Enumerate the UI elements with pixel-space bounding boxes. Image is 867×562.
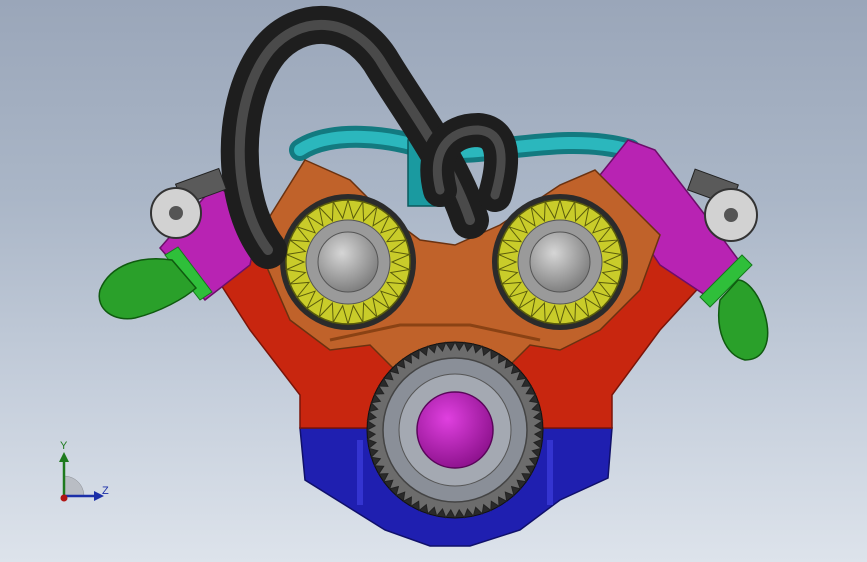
z-axis-label: Z	[102, 485, 109, 497]
gear-left[interactable]	[280, 194, 416, 330]
flywheel-assembly[interactable]	[365, 340, 545, 520]
pulley-right-center	[724, 208, 738, 222]
x-axis-dot	[60, 494, 68, 502]
triad-origin-quadrant	[63, 475, 85, 497]
pulley-left-center	[169, 206, 183, 220]
flywheel-hub[interactable]	[416, 391, 494, 469]
gear-right-hub	[529, 231, 591, 293]
gear-left-hub	[317, 231, 379, 293]
engine-model[interactable]	[0, 0, 867, 562]
y-axis-label: Y	[60, 440, 68, 452]
graphics-viewport[interactable]: Y Z	[0, 0, 867, 562]
reference-triad: Y Z	[46, 440, 126, 510]
y-axis-arrow	[59, 452, 69, 462]
exhaust-elbow-right[interactable]	[718, 279, 769, 361]
triad-graphic	[59, 452, 104, 502]
gear-right[interactable]	[492, 194, 628, 330]
